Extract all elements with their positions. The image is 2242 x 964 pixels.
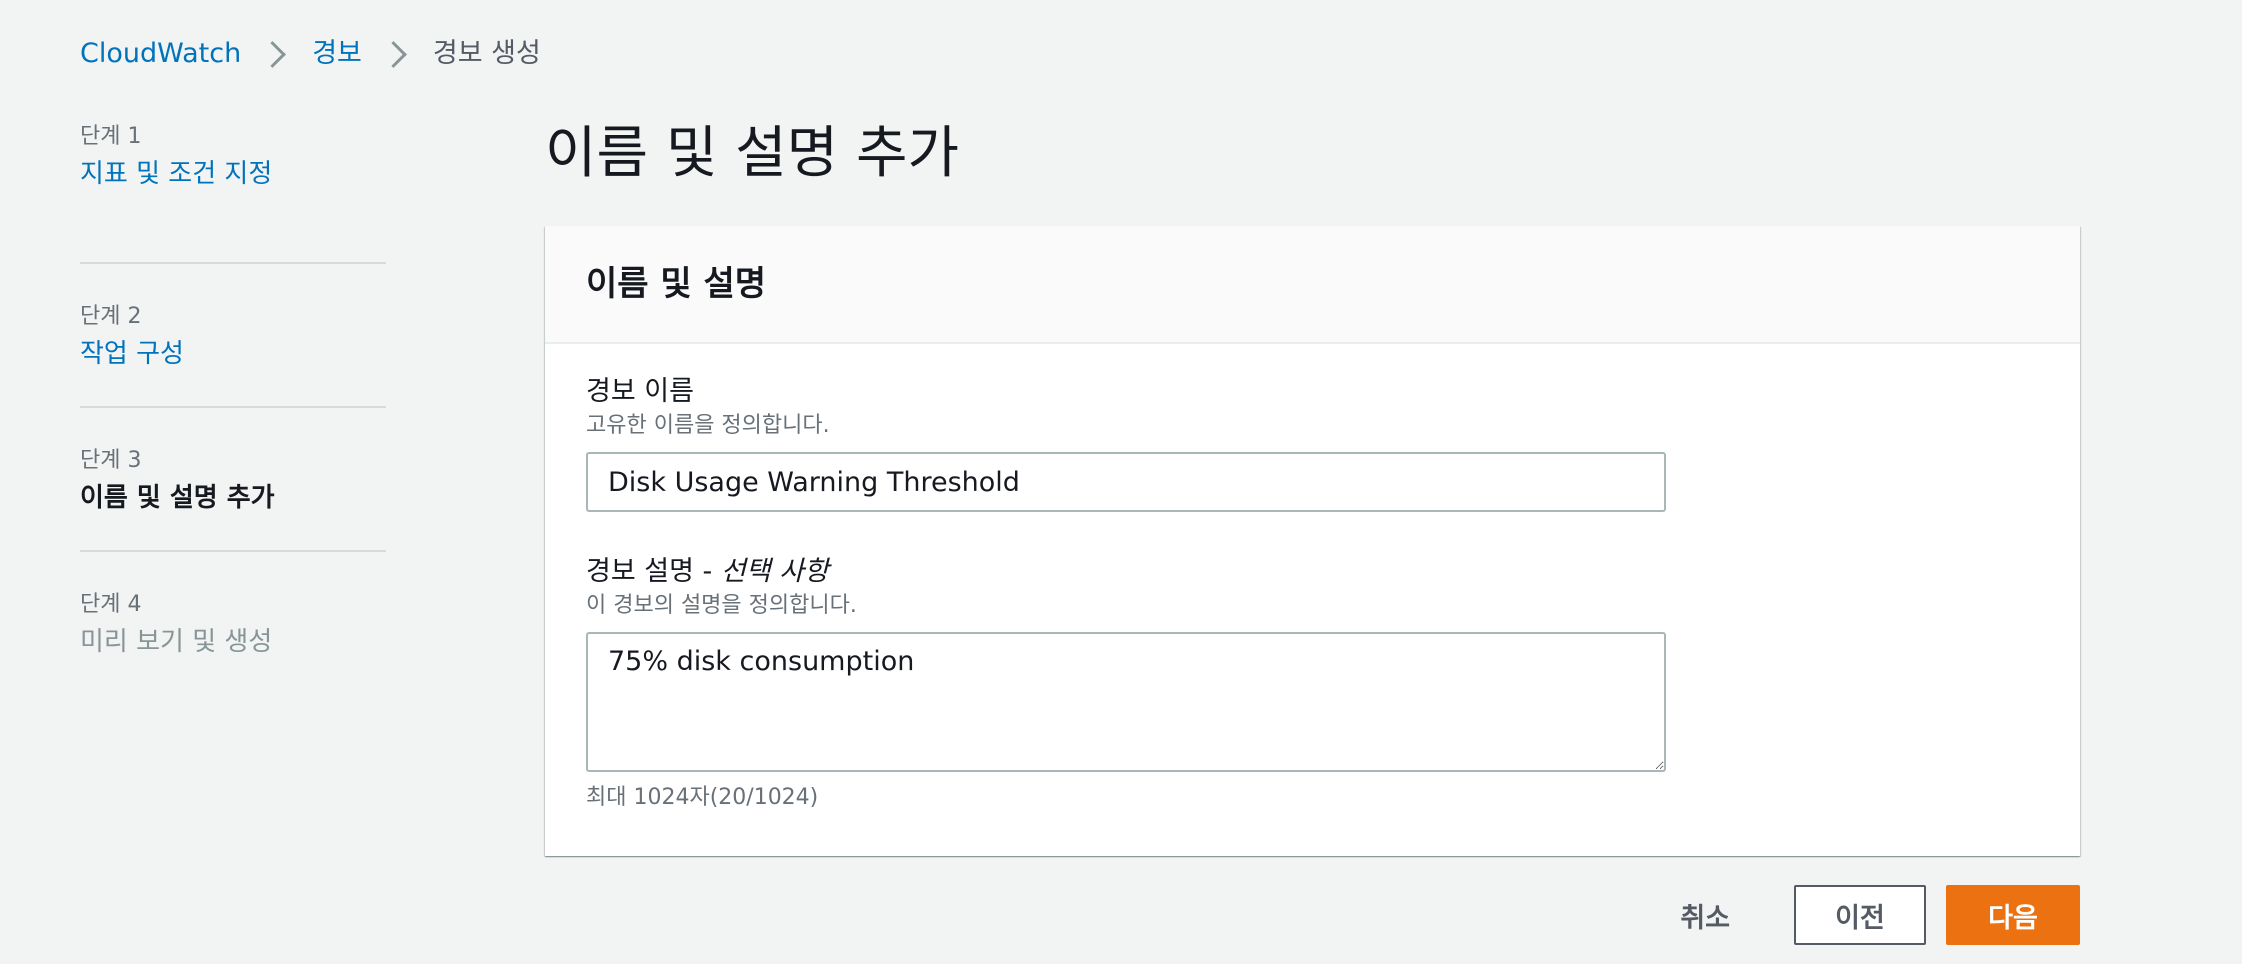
wizard-footer: 취소 이전 다음 — [1650, 885, 2080, 945]
step-number: 단계 1 — [80, 124, 142, 149]
next-button[interactable]: 다음 — [1946, 885, 2080, 945]
name-description-panel: 이름 및 설명 경보 이름 고유한 이름을 정의합니다. 경보 설명 - 선택 … — [545, 226, 2080, 856]
char-count: 최대 1024자(20/1024) — [586, 785, 819, 810]
alarm-name-label: 경보 이름 — [586, 376, 694, 407]
step-number: 단계 2 — [80, 304, 142, 329]
step-3: 단계 3 이름 및 설명 추가 — [80, 406, 386, 550]
step-link-actions[interactable]: 작업 구성 — [80, 334, 386, 374]
step-number: 단계 4 — [80, 592, 142, 617]
panel-header: 이름 및 설명 — [545, 226, 2080, 344]
breadcrumb: CloudWatch 경보 경보 생성 — [80, 36, 541, 72]
alarm-name-field: 경보 이름 고유한 이름을 정의합니다. — [586, 374, 2039, 512]
breadcrumb-create-alarm: 경보 생성 — [432, 38, 541, 69]
wizard-steps: 단계 1 지표 및 조건 지정 단계 2 작업 구성 단계 3 이름 및 설명 … — [80, 118, 386, 694]
alarm-description-textarea[interactable]: 75% disk consumption — [586, 632, 1666, 772]
alarm-name-input[interactable] — [586, 452, 1666, 512]
alarm-name-description: 고유한 이름을 정의합니다. — [586, 413, 830, 438]
page-title: 이름 및 설명 추가 — [545, 121, 960, 186]
step-4: 단계 4 미리 보기 및 생성 — [80, 550, 386, 694]
alarm-description-field: 경보 설명 - 선택 사항 이 경보의 설명을 정의합니다. 75% disk … — [586, 554, 2039, 814]
cancel-button[interactable]: 취소 — [1650, 885, 1760, 945]
alarm-description-label: 경보 설명 - 선택 사항 — [586, 554, 2039, 590]
step-link-metric[interactable]: 지표 및 조건 지정 — [80, 154, 386, 194]
chevron-right-icon — [259, 40, 287, 68]
step-2: 단계 2 작업 구성 — [80, 262, 386, 406]
step-disabled-preview: 미리 보기 및 생성 — [80, 627, 273, 657]
panel-title: 이름 및 설명 — [586, 264, 767, 304]
breadcrumb-alarms[interactable]: 경보 — [312, 36, 362, 72]
alarm-description-label-text: 경보 설명 - — [586, 556, 721, 587]
step-1: 단계 1 지표 및 조건 지정 — [80, 118, 386, 262]
previous-button[interactable]: 이전 — [1794, 885, 1926, 945]
chevron-right-icon — [379, 40, 407, 68]
breadcrumb-cloudwatch[interactable]: CloudWatch — [80, 36, 241, 72]
step-number: 단계 3 — [80, 448, 142, 473]
step-current-name-description: 이름 및 설명 추가 — [80, 483, 275, 513]
optional-label: 선택 사항 — [720, 556, 829, 587]
panel-body: 경보 이름 고유한 이름을 정의합니다. 경보 설명 - 선택 사항 이 경보의… — [545, 344, 2080, 814]
alarm-description-hint: 이 경보의 설명을 정의합니다. — [586, 593, 857, 618]
